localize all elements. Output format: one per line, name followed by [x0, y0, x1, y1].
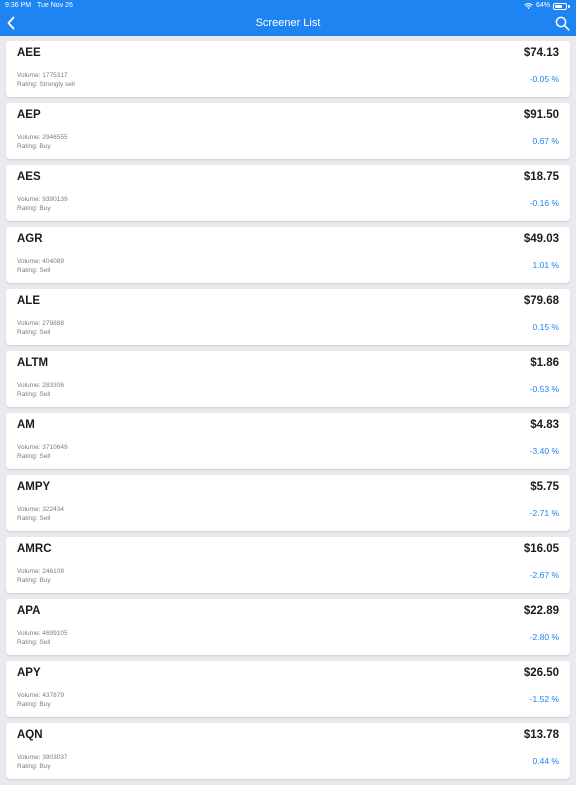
stock-change: 0.67 %: [532, 136, 559, 146]
stock-card-altm[interactable]: ALTM $1.86 Volume: 283306 Rating: Sell -…: [6, 351, 570, 407]
status-time: 9:36 PM: [5, 2, 32, 9]
stock-change: -0.53 %: [529, 384, 559, 394]
stock-symbol: AEE: [17, 47, 41, 59]
wifi-icon: [524, 3, 533, 10]
stock-card-amrc[interactable]: AMRC $16.05 Volume: 246108 Rating: Buy -…: [6, 537, 570, 593]
stock-rating: Rating: Strongly sell: [17, 81, 75, 88]
stock-symbol: APA: [17, 605, 41, 617]
stock-price: $18.75: [523, 171, 559, 183]
stock-volume: Volume: 2946555: [17, 134, 68, 141]
battery-percent: 64%: [535, 2, 550, 9]
stock-price: $79.68: [523, 295, 559, 307]
stock-symbol: AM: [17, 419, 35, 431]
stock-symbol: AES: [17, 171, 41, 183]
stock-rating: Rating: Sell: [17, 639, 51, 646]
stock-symbol: AEP: [17, 109, 41, 121]
stock-card-am[interactable]: AM $4.83 Volume: 3710649 Rating: Sell -3…: [6, 413, 570, 469]
page-title: Screener List: [255, 17, 321, 29]
stock-change: -0.05 %: [529, 74, 559, 84]
stock-price: $91.50: [523, 109, 559, 121]
screener-list: AEE $74.13 Volume: 1775317 Rating: Stron…: [6, 41, 570, 785]
stock-rating: Rating: Buy: [17, 143, 51, 150]
stock-card-ale[interactable]: ALE $79.68 Volume: 279888 Rating: Sell 0…: [6, 289, 570, 345]
stock-volume: Volume: 437879: [17, 692, 64, 699]
stock-symbol: AMRC: [17, 543, 52, 555]
stock-card-aes[interactable]: AES $18.75 Volume: 9390139 Rating: Buy -…: [6, 165, 570, 221]
stock-volume: Volume: 3903037: [17, 754, 68, 761]
stock-card-aee[interactable]: AEE $74.13 Volume: 1775317 Rating: Stron…: [6, 41, 570, 97]
search-icon: [555, 16, 570, 31]
stock-change: 1.01 %: [532, 260, 559, 270]
stock-price: $16.05: [523, 543, 559, 555]
stock-volume: Volume: 9390139: [17, 196, 68, 203]
stock-rating: Rating: Sell: [17, 453, 51, 460]
stock-price: $4.83: [530, 419, 559, 431]
stock-rating: Rating: Sell: [17, 391, 51, 398]
stock-change: -0.16 %: [529, 198, 559, 208]
search-button[interactable]: [552, 13, 572, 33]
stock-change: -2.80 %: [529, 632, 559, 642]
navigation-bar: Screener List: [0, 12, 576, 36]
stock-price: $26.50: [523, 667, 559, 679]
stock-volume: Volume: 246108: [17, 568, 64, 575]
stock-card-apy[interactable]: APY $26.50 Volume: 437879 Rating: Buy -1…: [6, 661, 570, 717]
stock-volume: Volume: 322434: [17, 506, 64, 513]
status-date: Tue Nov 26: [37, 2, 73, 9]
stock-card-agr[interactable]: AGR $49.03 Volume: 404089 Rating: Sell 1…: [6, 227, 570, 283]
stock-change: -2.67 %: [529, 570, 559, 580]
stock-rating: Rating: Buy: [17, 577, 51, 584]
stock-rating: Rating: Buy: [17, 205, 51, 212]
stock-card-aep[interactable]: AEP $91.50 Volume: 2946555 Rating: Buy 0…: [6, 103, 570, 159]
stock-card-ampy[interactable]: AMPY $5.75 Volume: 322434 Rating: Sell -…: [6, 475, 570, 531]
stock-volume: Volume: 283306: [17, 382, 64, 389]
status-bar: 9:36 PM Tue Nov 26 64%: [0, 0, 576, 12]
stock-change: 0.15 %: [532, 322, 559, 332]
stock-rating: Rating: Buy: [17, 763, 51, 770]
stock-rating: Rating: Buy: [17, 701, 51, 708]
stock-symbol: APY: [17, 667, 41, 679]
stock-price: $49.03: [523, 233, 559, 245]
stock-price: $13.78: [523, 729, 559, 741]
stock-volume: Volume: 3710649: [17, 444, 68, 451]
stock-price: $22.89: [523, 605, 559, 617]
stock-symbol: AMPY: [17, 481, 51, 493]
stock-volume: Volume: 404089: [17, 258, 64, 265]
battery-icon: [553, 2, 570, 10]
stock-symbol: ALE: [17, 295, 40, 307]
stock-rating: Rating: Sell: [17, 515, 51, 522]
stock-change: -3.40 %: [529, 446, 559, 456]
stock-change: -1.52 %: [529, 694, 559, 704]
stock-rating: Rating: Sell: [17, 329, 51, 336]
stock-card-aqn[interactable]: AQN $13.78 Volume: 3903037 Rating: Buy 0…: [6, 723, 570, 779]
stock-price: $1.86: [530, 357, 559, 369]
stock-volume: Volume: 1775317: [17, 72, 68, 79]
stock-symbol: ALTM: [17, 357, 49, 369]
stock-symbol: AGR: [17, 233, 43, 245]
stock-price: $5.75: [530, 481, 559, 493]
stock-rating: Rating: Sell: [17, 267, 51, 274]
stock-volume: Volume: 4699105: [17, 630, 68, 637]
stock-volume: Volume: 279888: [17, 320, 64, 327]
status-indicators: 64%: [524, 0, 570, 12]
stock-change: 0.44 %: [532, 756, 559, 766]
stock-change: -2.71 %: [529, 508, 559, 518]
stock-symbol: AQN: [17, 729, 43, 741]
stock-card-apa[interactable]: APA $22.89 Volume: 4699105 Rating: Sell …: [6, 599, 570, 655]
stock-price: $74.13: [523, 47, 559, 59]
